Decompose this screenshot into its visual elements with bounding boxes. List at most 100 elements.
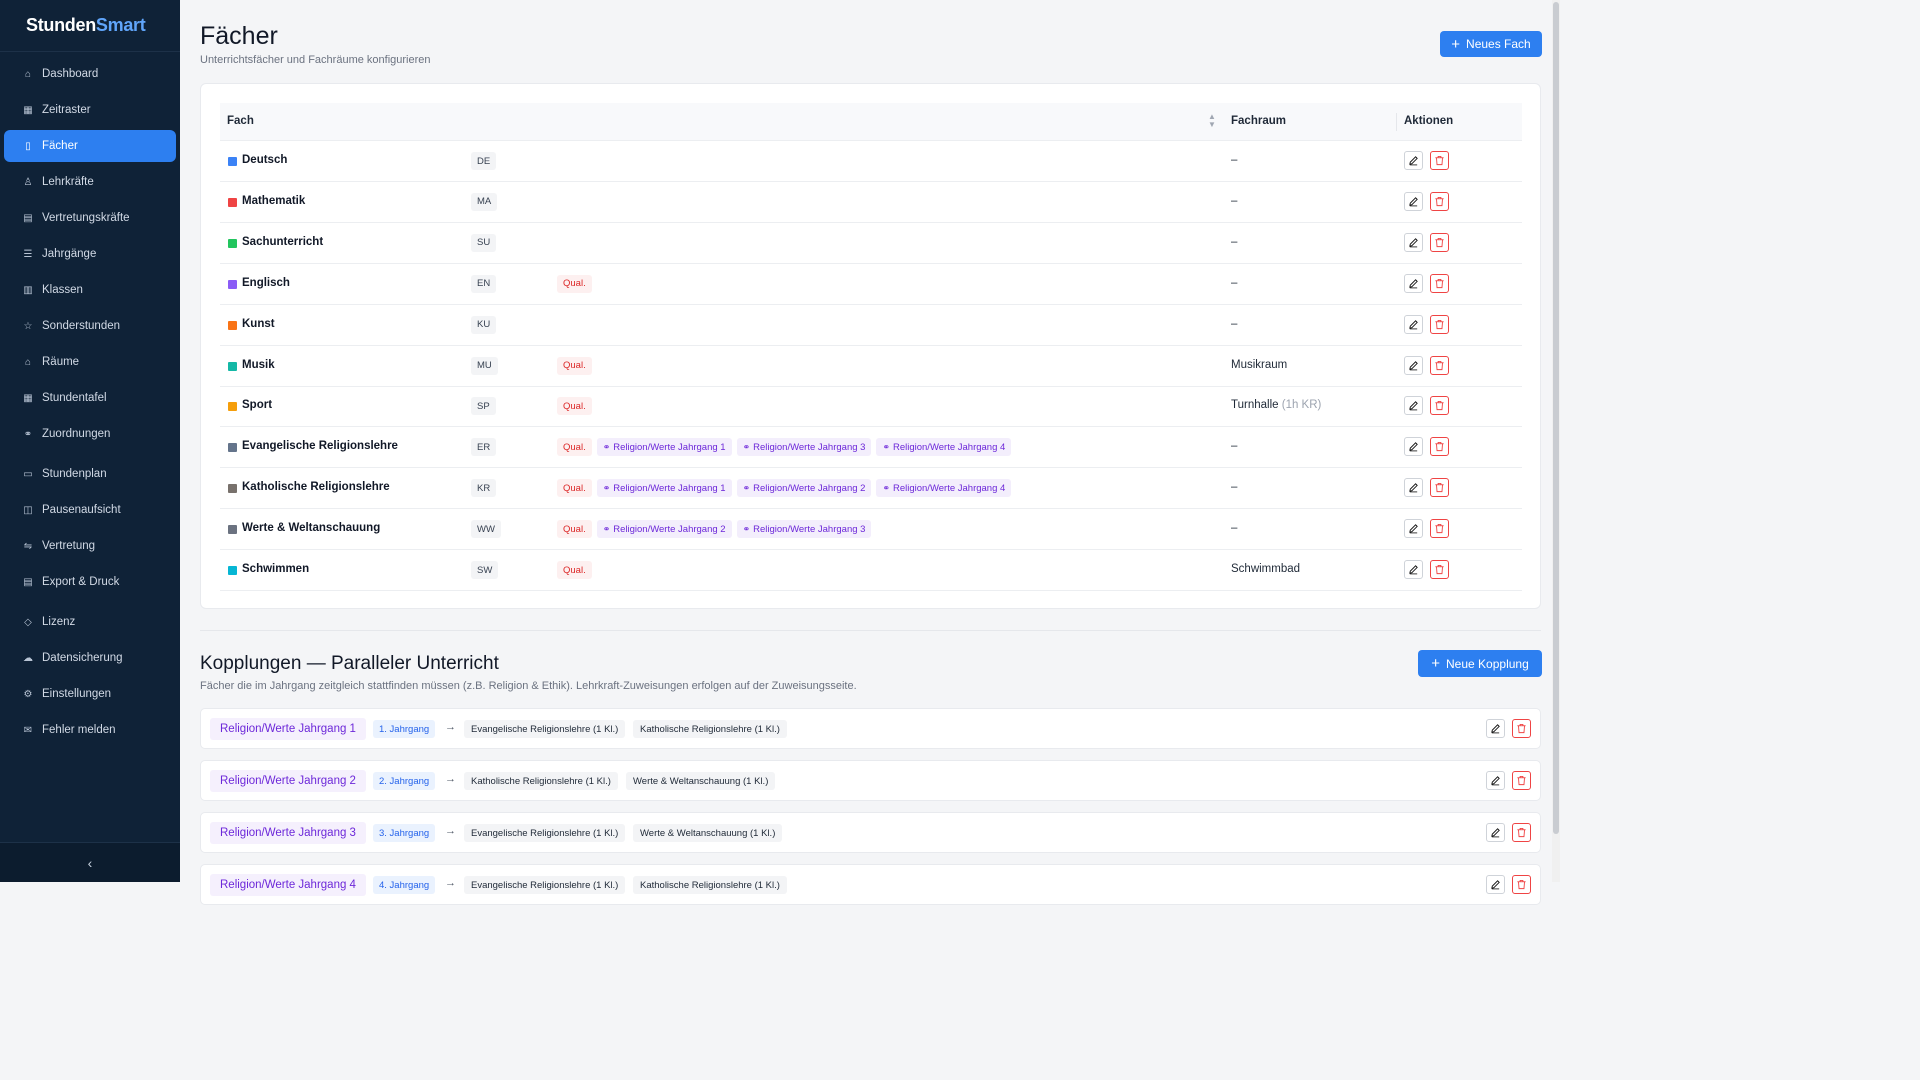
delete-button[interactable] — [1430, 478, 1449, 498]
sidebar-item-classroom[interactable]: ▥ Klassen — [4, 274, 176, 306]
pencil-icon — [1409, 360, 1418, 370]
subject-tags: Qual. — [557, 356, 592, 375]
coupling-edit-button[interactable] — [1486, 823, 1505, 842]
delete-button[interactable] — [1430, 396, 1449, 416]
sidebar-item-building[interactable]: ⌂ Räume — [4, 346, 176, 378]
room-name: – — [1231, 235, 1238, 248]
qualification-badge: Qual. — [557, 438, 592, 457]
subject-color-swatch — [228, 361, 237, 371]
sidebar-item-teacher[interactable]: ♙ Lehrkräfte — [4, 166, 176, 198]
pencil-icon — [1409, 565, 1418, 575]
subject-color-swatch — [228, 443, 237, 453]
trash-icon — [1435, 319, 1444, 329]
delete-button[interactable] — [1430, 437, 1449, 457]
link-icon: ⚭ — [602, 523, 611, 534]
delete-button[interactable] — [1430, 191, 1449, 211]
coupled-subject-badge: Katholische Religionslehre (1 Kl.) — [633, 876, 787, 894]
sidebar-item-star[interactable]: ☆ Sonderstunden — [4, 310, 176, 342]
edit-button[interactable] — [1404, 191, 1423, 211]
link-icon: ⚭ — [882, 441, 890, 452]
couplings-title: Kopplungen — Paralleler Unterricht — [200, 653, 499, 674]
delete-button[interactable] — [1430, 151, 1449, 170]
edit-button[interactable] — [1404, 396, 1423, 416]
sidebar-item-list[interactable]: ☰ Jahrgänge — [4, 238, 176, 270]
subject-room: Schwimmbad — [1231, 563, 1300, 575]
coupling-delete-button[interactable] — [1512, 875, 1531, 894]
sidebar-item-book[interactable]: ▯ Fächer — [4, 130, 176, 162]
scrollbar[interactable] — [1552, 0, 1560, 882]
qualification-badge: Qual. — [557, 561, 592, 579]
sidebar-item-table[interactable]: ▦ Stundentafel — [4, 382, 176, 414]
coupling-delete-button[interactable] — [1512, 771, 1531, 790]
arrow-right-icon: → — [445, 773, 456, 785]
sidebar-item-file-export[interactable]: ▤ Export & Druck — [4, 566, 176, 598]
pencil-icon — [1491, 828, 1500, 838]
trash-icon — [1435, 401, 1444, 411]
sidebar-item-shield[interactable]: ◇ Lizenz — [4, 606, 176, 638]
new-coupling-button[interactable]: + Neue Kopplung — [1418, 650, 1542, 677]
delete-button[interactable] — [1430, 314, 1449, 334]
subject-color-swatch — [228, 525, 237, 535]
edit-button[interactable] — [1404, 560, 1423, 579]
subject-code-badge: MA — [471, 192, 498, 211]
sidebar-item-swap[interactable]: ⇋ Vertretung — [4, 530, 176, 562]
table-icon: ▦ — [23, 392, 33, 404]
gear-icon: ⚙ — [23, 688, 33, 700]
coupling-edit-button[interactable] — [1486, 719, 1505, 738]
edit-button[interactable] — [1404, 273, 1423, 293]
scrollbar-thumb[interactable] — [1553, 2, 1559, 834]
sidebar-item-id-card[interactable]: ▤ Vertretungskräfte — [4, 202, 176, 234]
table-row: Schwimmen SW Qual. Schwimmbad — [220, 550, 1522, 591]
edit-button[interactable] — [1404, 232, 1423, 252]
coupling-badge-label: Religion/Werte Jahrgang 1 — [613, 441, 726, 453]
subject-room: – — [1231, 236, 1237, 248]
coupling-edit-button[interactable] — [1486, 875, 1505, 894]
sidebar-item-calendar-grid[interactable]: ▦ Zeitraster — [4, 94, 176, 126]
sidebar-item-coffee[interactable]: ◫ Pausenaufsicht — [4, 494, 176, 526]
sidebar-item-house[interactable]: ⌂ Dashboard — [4, 58, 176, 90]
app-logo[interactable]: Stunden Smart — [0, 0, 180, 52]
subject-name: Deutsch — [242, 154, 288, 166]
pencil-icon — [1409, 483, 1418, 493]
coupling-edit-button[interactable] — [1486, 771, 1505, 790]
coupling-delete-button[interactable] — [1512, 823, 1531, 842]
column-header-fach[interactable]: Fach — [227, 115, 254, 127]
trash-icon — [1517, 828, 1526, 838]
delete-button[interactable] — [1430, 519, 1449, 539]
sort-icon[interactable]: ▲ ▼ — [1208, 113, 1216, 129]
sidebar-item-cloud[interactable]: ☁ Datensicherung — [4, 642, 176, 674]
sidebar-item-mail[interactable]: ✉ Fehler melden — [4, 714, 176, 746]
table-row: Katholische Religionslehre KR Qual. ⚭ Religi… — [220, 468, 1522, 510]
subject-name: Werte & Weltanschauung — [242, 522, 381, 535]
column-separator — [1396, 113, 1397, 131]
edit-button[interactable] — [1404, 478, 1423, 498]
link-icon: ⚭ — [742, 523, 751, 534]
edit-button[interactable] — [1404, 314, 1423, 334]
coupled-subject-badge: Katholische Religionslehre (1 Kl.) — [464, 772, 618, 790]
coupled-subject-badge: Evangelische Religionslehre (1 Kl.) — [464, 720, 626, 738]
delete-button[interactable] — [1430, 273, 1449, 293]
delete-button[interactable] — [1430, 560, 1449, 579]
coupling-card: Religion/Werte Jahrgang 3 3. Jahrgang → Eva… — [200, 812, 1541, 853]
sidebar-item-calendar[interactable]: ▭ Stundenplan — [4, 458, 176, 490]
subject-room: – — [1231, 277, 1237, 289]
delete-button[interactable] — [1430, 355, 1449, 375]
id-card-icon: ▤ — [23, 212, 33, 224]
new-subject-button[interactable]: + Neues Fach — [1440, 31, 1542, 57]
sidebar-item-link[interactable]: ⚭ Zuordnungen — [4, 418, 176, 450]
sidebar-item-gear[interactable]: ⚙ Einstellungen — [4, 678, 176, 710]
coupling-delete-button[interactable] — [1512, 719, 1531, 738]
edit-button[interactable] — [1404, 151, 1423, 170]
collapse-sidebar-button[interactable]: ‹ — [0, 842, 180, 882]
mail-icon: ✉ — [23, 724, 33, 736]
pencil-icon — [1409, 319, 1418, 329]
edit-button[interactable] — [1404, 519, 1423, 539]
edit-button[interactable] — [1404, 437, 1423, 457]
subject-name: Englisch — [242, 276, 290, 289]
subject-color-swatch — [228, 238, 237, 248]
couplings-subtitle: Fächer die im Jahrgang zeitgleich stattf… — [200, 680, 857, 692]
subject-code-badge: ER — [471, 438, 497, 457]
edit-button[interactable] — [1404, 355, 1423, 375]
delete-button[interactable] — [1430, 232, 1449, 252]
